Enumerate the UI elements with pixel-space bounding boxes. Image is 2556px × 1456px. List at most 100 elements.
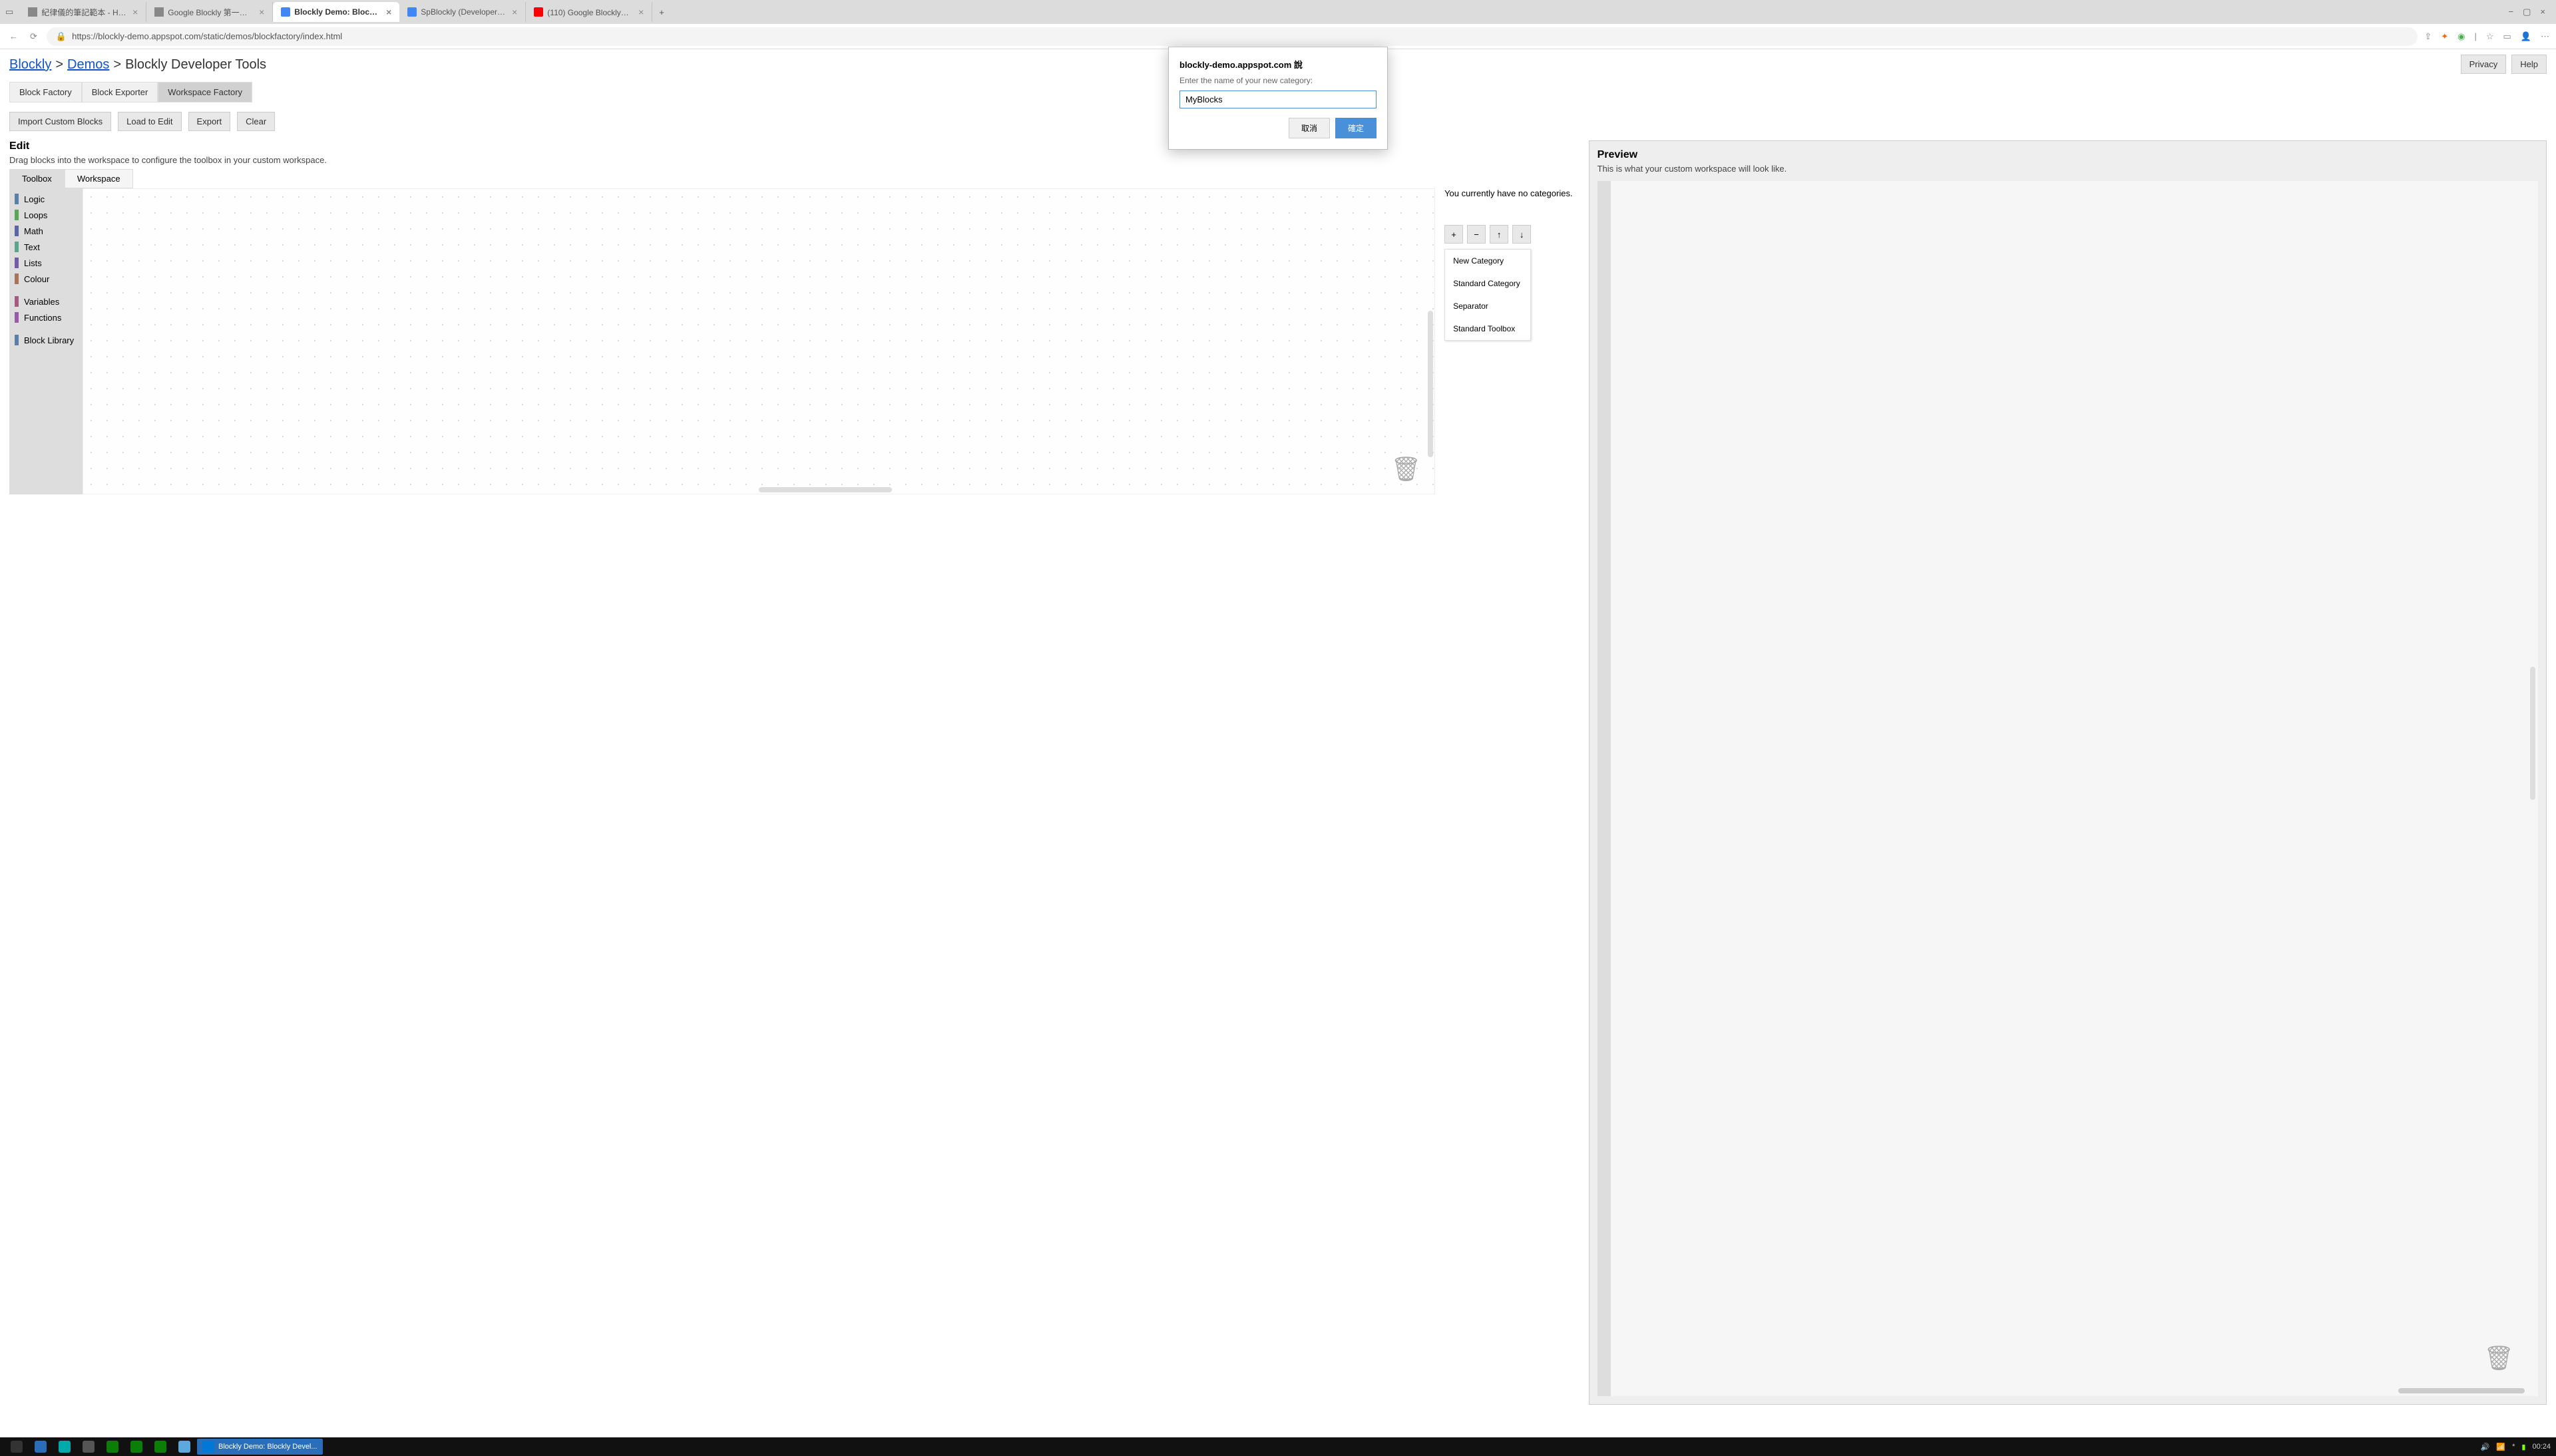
share-icon[interactable]: ⇪ [2424,31,2432,42]
preview-sidebar [1598,181,1611,1396]
subtab-toolbox[interactable]: Toolbox [9,169,65,188]
app-icon [130,1441,142,1453]
sub-tabs: Toolbox Workspace [9,169,1573,188]
color-tag [15,335,19,345]
horizontal-scrollbar[interactable] [2398,1388,2525,1393]
toolbox-label: Logic [24,194,45,204]
minimize-icon[interactable]: − [2509,7,2514,17]
category-dropdown-menu: New Category Standard Category Separator… [1444,249,1531,341]
browser-tab[interactable]: Google Blockly 第一個自訂積木 × [146,2,273,22]
preview-canvas[interactable]: 🗑 [1598,181,2538,1396]
tabs-icon[interactable]: ▭ [5,7,13,17]
taskbar-app[interactable] [77,1439,100,1455]
taskbar-app[interactable] [125,1439,148,1455]
toolbox-item-loops[interactable]: Loops [9,207,83,223]
trash-icon[interactable]: 🗑 [2483,1344,2514,1372]
favorite-icon[interactable]: ☆ [2486,31,2494,42]
tab-block-exporter[interactable]: Block Exporter [82,82,158,102]
tab-block-factory[interactable]: Block Factory [9,82,82,102]
toolbox-item-lists[interactable]: Lists [9,255,83,271]
extension-icon[interactable]: ✦ [2441,31,2448,42]
taskbar-active-window[interactable]: Blockly Demo: Blockly Devel... [197,1439,323,1455]
divider: | [2474,31,2476,41]
toolbox-item-logic[interactable]: Logic [9,191,83,207]
menu-new-category[interactable]: New Category [1445,250,1530,272]
start-icon [11,1441,23,1453]
browser-tab[interactable]: SpBlockly (Developer Tool) × [399,2,526,22]
new-tab-button[interactable]: + [652,7,671,17]
browser-tab[interactable]: (110) Google Blockly第一個自訂 × [526,2,652,22]
taskbar-app[interactable] [29,1439,52,1455]
menu-separator[interactable]: Separator [1445,295,1530,317]
ok-button[interactable]: 確定 [1335,118,1377,138]
vertical-scrollbar[interactable] [1428,311,1433,457]
favicon-icon [28,7,37,17]
load-button[interactable]: Load to Edit [118,112,181,131]
help-button[interactable]: Help [2511,55,2547,74]
move-down-button[interactable]: ↓ [1512,225,1531,244]
app-icon [154,1441,166,1453]
color-tag [15,226,19,236]
clock[interactable]: 00:24 [2532,1443,2551,1451]
menu-icon[interactable]: ⋯ [2541,31,2549,42]
close-window-icon[interactable]: × [2540,7,2545,17]
toolbox-item-functions[interactable]: Functions [9,309,83,325]
toolbox-item-text[interactable]: Text [9,239,83,255]
breadcrumb-blockly[interactable]: Blockly [9,57,51,73]
add-category-button[interactable]: + [1444,225,1463,244]
subtab-workspace[interactable]: Workspace [65,169,133,188]
toolbox-item-variables[interactable]: Variables [9,293,83,309]
extension-icon[interactable]: ◉ [2457,31,2465,42]
clear-button[interactable]: Clear [237,112,275,131]
category-name-input[interactable] [1179,91,1377,108]
breadcrumb-demos[interactable]: Demos [67,57,109,73]
cancel-button[interactable]: 取消 [1289,118,1330,138]
import-button[interactable]: Import Custom Blocks [9,112,111,131]
address-bar: ← ⟳ 🔒 https://blockly-demo.appspot.com/s… [0,24,2556,49]
remove-category-button[interactable]: − [1467,225,1486,244]
bluetooth-icon[interactable]: * [2512,1443,2515,1451]
favicon-icon [281,7,290,17]
start-menu[interactable] [5,1439,28,1455]
menu-standard-toolbox[interactable]: Standard Toolbox [1445,317,1530,340]
back-icon[interactable]: ← [7,29,21,44]
taskbar-app[interactable] [149,1439,172,1455]
workspace-canvas[interactable]: 🗑 [83,188,1435,494]
vertical-scrollbar[interactable] [2530,667,2535,800]
maximize-icon[interactable]: ▢ [2523,7,2531,17]
browser-tab[interactable]: 紀律儀的筆記範本 - HackMD × [20,2,146,22]
close-icon[interactable]: × [132,7,138,17]
toolbox-item-math[interactable]: Math [9,223,83,239]
horizontal-scrollbar[interactable] [759,487,892,492]
trash-icon[interactable]: 🗑 [1390,455,1421,483]
battery-icon[interactable]: ▮ [2521,1443,2525,1451]
privacy-button[interactable]: Privacy [2461,55,2507,74]
wifi-icon[interactable]: 📶 [2496,1443,2505,1451]
window-controls: − ▢ × [2509,7,2551,17]
collections-icon[interactable]: ▭ [2503,31,2511,42]
profile-icon[interactable]: 👤 [2521,31,2531,42]
no-categories-msg: You currently have no categories. [1444,188,1572,198]
close-icon[interactable]: × [512,7,517,17]
toolbox-item-library[interactable]: Block Library [9,332,83,348]
app-icon [59,1441,71,1453]
tab-workspace-factory[interactable]: Workspace Factory [158,82,252,102]
toolbox-item-colour[interactable]: Colour [9,271,83,287]
menu-standard-category[interactable]: Standard Category [1445,272,1530,295]
close-icon[interactable]: × [259,7,264,17]
browser-tab-active[interactable]: Blockly Demo: Blockly Develo × [273,2,399,22]
left-panel: Edit Drag blocks into the workspace to c… [9,140,1573,1405]
toolbox-label: Colour [24,274,49,284]
taskbar-app[interactable] [173,1439,196,1455]
url-input[interactable]: 🔒 https://blockly-demo.appspot.com/stati… [47,27,2418,46]
prompt-dialog: blockly-demo.appspot.com 說 Enter the nam… [1168,47,1388,150]
taskbar-app[interactable] [101,1439,124,1455]
volume-icon[interactable]: 🔊 [2481,1443,2490,1451]
export-button[interactable]: Export [188,112,231,131]
toolbox-sidebar: Logic Loops Math Text Lists Colour Varia… [9,188,83,494]
close-icon[interactable]: × [638,7,644,17]
close-icon[interactable]: × [386,7,391,17]
reload-icon[interactable]: ⟳ [27,29,40,45]
move-up-button[interactable]: ↑ [1490,225,1508,244]
taskbar-app[interactable] [53,1439,76,1455]
